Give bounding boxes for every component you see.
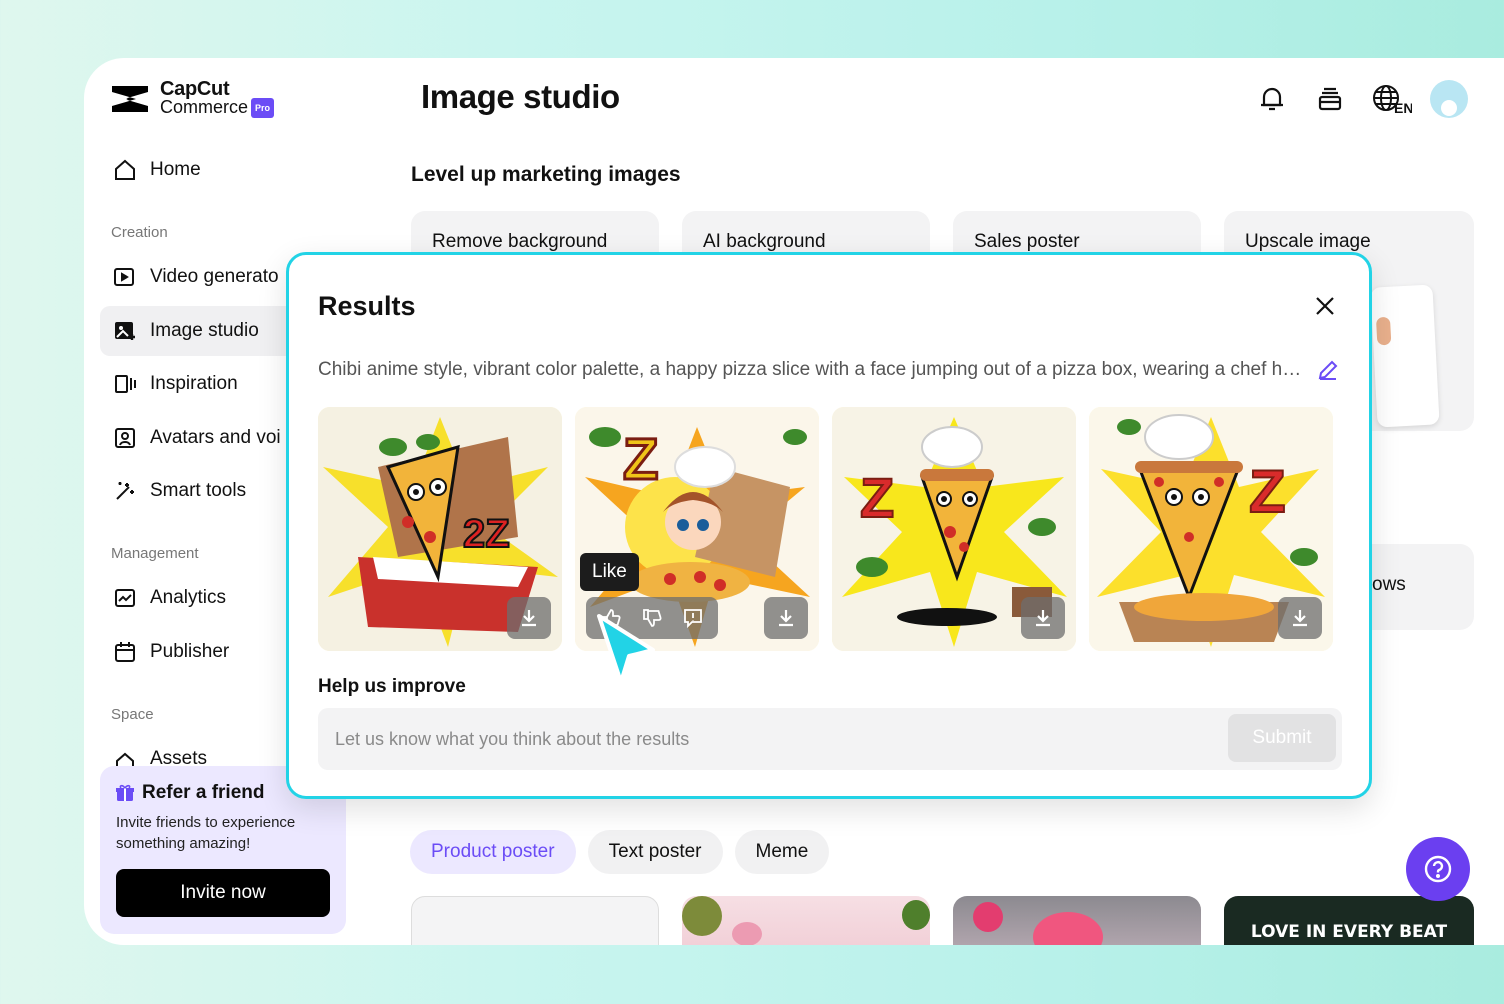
- sidebar-item-label: Inspiration: [150, 373, 238, 394]
- sidebar-item-label: Smart tools: [150, 480, 247, 501]
- download-button[interactable]: [1021, 597, 1065, 639]
- upscale-preview: [1370, 284, 1440, 428]
- capcut-logo-icon: [112, 86, 148, 112]
- template-thumbnail[interactable]: LOVE IN EVERY BEAT: [1224, 896, 1474, 945]
- result-image[interactable]: 2Z: [318, 407, 562, 651]
- prompt-text: Chibi anime style, vibrant color palette…: [318, 359, 1308, 380]
- thumbnail-text: LOVE IN EVERY BEAT: [1250, 922, 1448, 942]
- svg-text:Z: Z: [1249, 458, 1286, 525]
- tool-card-label: Upscale image: [1245, 231, 1371, 252]
- template-thumbnail[interactable]: [411, 896, 659, 945]
- help-icon: [1424, 855, 1452, 883]
- sidebar-item-label: Analytics: [150, 587, 227, 608]
- analytics-icon: [112, 585, 138, 611]
- pro-badge: Pro: [251, 98, 275, 118]
- sidebar-item-home[interactable]: Home: [100, 145, 350, 195]
- chip-text-poster[interactable]: Text poster: [587, 830, 723, 874]
- section-creation: Creation: [111, 224, 168, 241]
- like-tooltip: Like: [580, 553, 639, 591]
- template-thumbnail[interactable]: [953, 896, 1201, 945]
- svg-text:2Z: 2Z: [463, 512, 510, 556]
- capcut-logo[interactable]: CapCut Commerce Pro: [110, 78, 275, 118]
- sidebar-item-label: Avatars and voi: [150, 427, 281, 448]
- video-icon: [112, 264, 138, 290]
- download-button[interactable]: [1278, 597, 1322, 639]
- submit-button[interactable]: Submit: [1228, 714, 1336, 762]
- refer-title: Refer a friend: [142, 782, 265, 803]
- close-icon[interactable]: [1312, 293, 1338, 319]
- brand-name: CapCut: [160, 78, 230, 100]
- download-icon: [1036, 610, 1050, 627]
- report-icon[interactable]: [682, 607, 704, 629]
- gift-icon: [116, 784, 134, 801]
- feedback-input[interactable]: [318, 708, 1218, 770]
- result-image[interactable]: Z: [1089, 407, 1333, 651]
- results-modal: Results Chibi anime style, vibrant color…: [286, 252, 1372, 799]
- download-icon: [522, 610, 536, 627]
- help-button[interactable]: [1406, 837, 1470, 901]
- download-icon: [1293, 610, 1307, 627]
- download-button[interactable]: [507, 597, 551, 639]
- tool-card-label: AI background: [703, 231, 826, 252]
- chip-meme[interactable]: Meme: [734, 830, 830, 874]
- calendar-icon: [112, 639, 138, 665]
- tool-card-label: ows: [1372, 574, 1406, 595]
- layers-icon[interactable]: [1312, 81, 1348, 117]
- help-title: Help us improve: [318, 676, 466, 697]
- chip-product-poster[interactable]: Product poster: [410, 830, 576, 874]
- page-title: Image studio: [421, 78, 620, 115]
- user-avatar[interactable]: [1430, 80, 1468, 118]
- home-icon: [112, 157, 138, 183]
- language-label: EN: [1394, 100, 1412, 114]
- avatar-icon: [112, 425, 138, 451]
- template-thumbnail[interactable]: [682, 896, 930, 945]
- sidebar-item-label: Home: [150, 159, 201, 180]
- refer-description: Invite friends to experience something a…: [116, 814, 296, 852]
- tool-card-label: Sales poster: [974, 231, 1080, 252]
- bell-icon[interactable]: [1254, 81, 1290, 117]
- sidebar-item-label: Video generato: [150, 266, 279, 287]
- pencil-icon[interactable]: [1316, 358, 1340, 382]
- svg-text:Z: Z: [623, 427, 658, 492]
- brand-sub: Commerce: [160, 97, 249, 117]
- result-image[interactable]: Z: [832, 407, 1076, 651]
- svg-text:Z: Z: [860, 466, 894, 529]
- invite-now-button[interactable]: Invite now: [116, 869, 330, 917]
- feedback-field: Submit: [318, 708, 1342, 770]
- language-globe-icon[interactable]: EN: [1370, 81, 1414, 117]
- sidebar-item-label: Image studio: [150, 320, 259, 341]
- modal-title: Results: [318, 291, 416, 321]
- download-button[interactable]: [764, 597, 808, 639]
- section-space: Space: [111, 706, 154, 723]
- tool-card-label: Remove background: [432, 231, 608, 252]
- wand-icon: [112, 478, 138, 504]
- image-icon: [112, 318, 138, 344]
- sidebar-item-label: Publisher: [150, 641, 230, 662]
- mouse-pointer-icon: [597, 614, 655, 684]
- download-icon: [779, 610, 793, 627]
- inspiration-icon: [112, 371, 138, 397]
- section-heading: Level up marketing images: [411, 163, 681, 186]
- section-management: Management: [111, 545, 199, 562]
